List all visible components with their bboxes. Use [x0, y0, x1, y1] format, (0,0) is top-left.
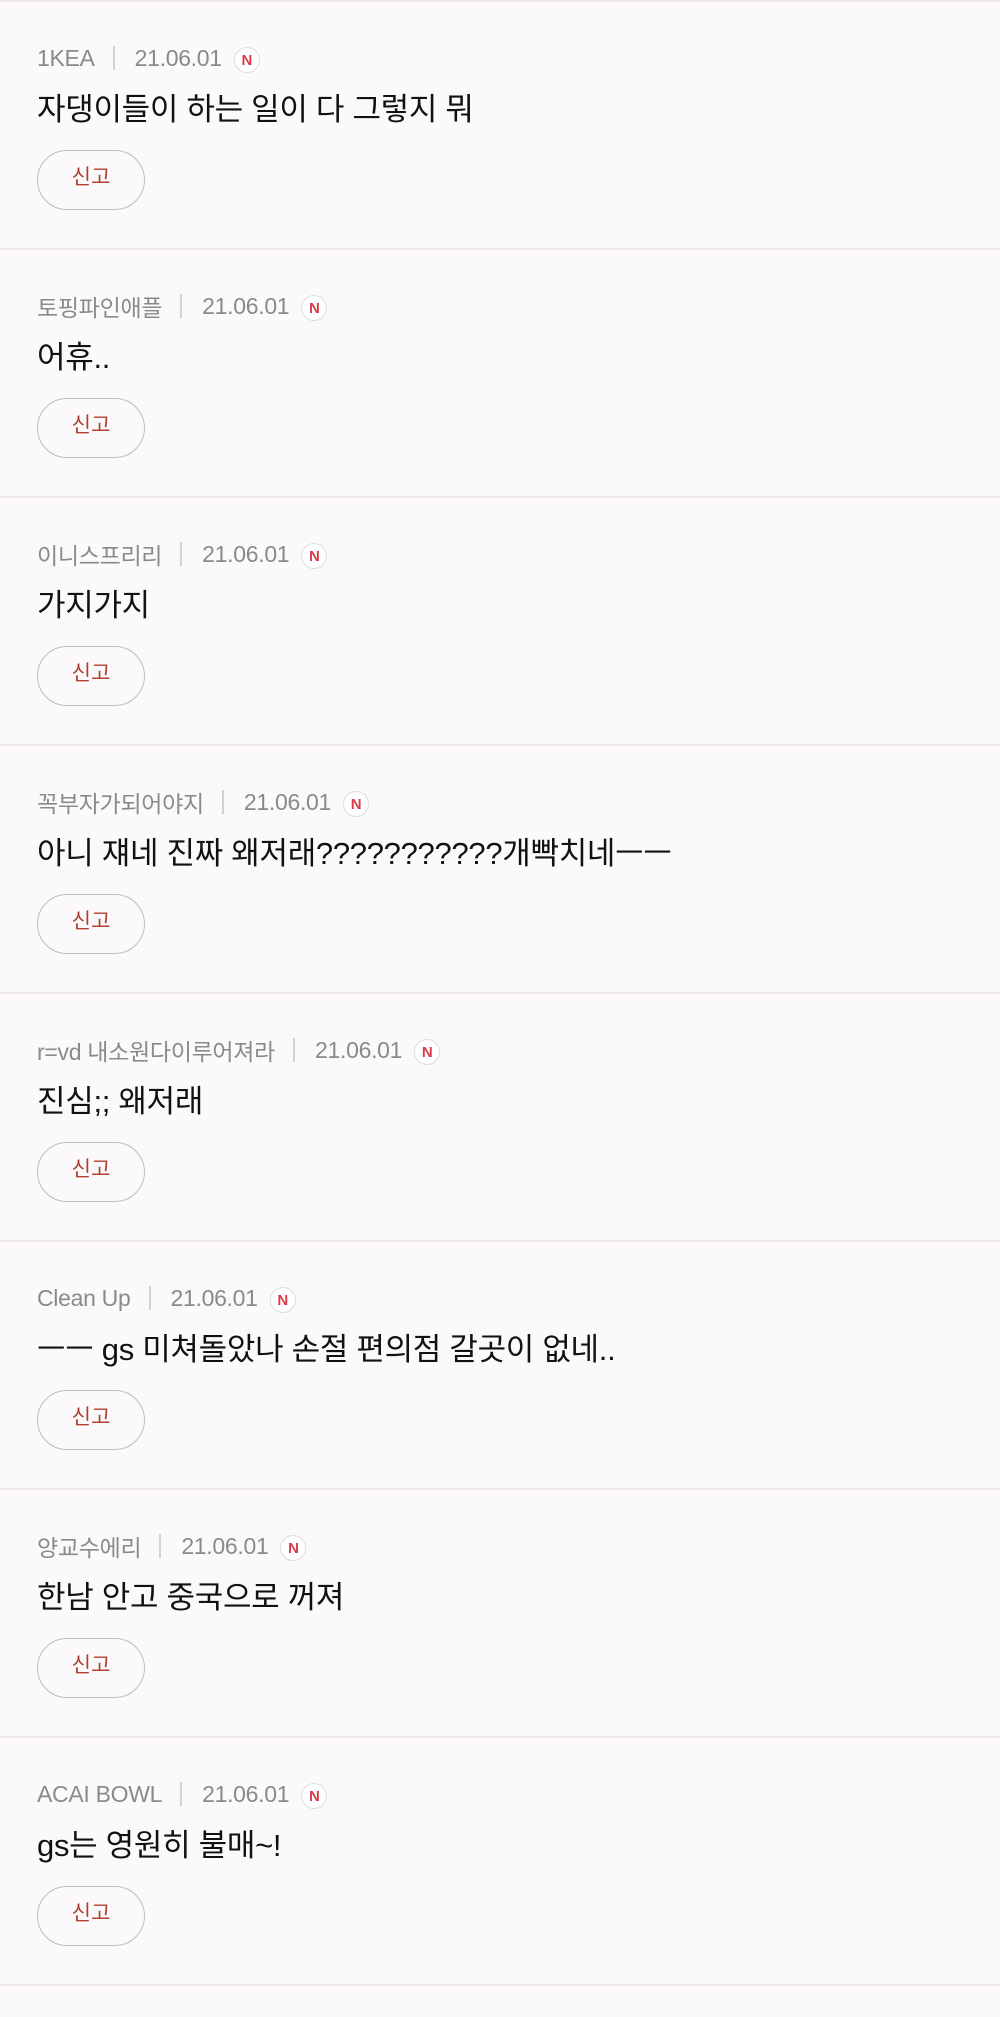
comment-item: Clean Up 21.06.01 N ㅡㅡ gs 미쳐돌았나 손절 편의점 갈… [0, 1242, 1000, 1490]
comment-list: 1KEA 21.06.01 N 자댕이들이 하는 일이 다 그렇지 뭐 신고 토… [0, 0, 1000, 1986]
comment-date: 21.06.01 [202, 540, 290, 567]
comment-date: 21.06.01 [181, 1532, 269, 1559]
comment-item: 양교수에리 21.06.01 N 한남 안고 중국으로 꺼져 신고 [0, 1490, 1000, 1738]
comment-author[interactable]: r=vd 내소원다이루어져라 [37, 1033, 275, 1067]
comment-text: 한남 안고 중국으로 꺼져 [37, 1580, 345, 1615]
comment-date: 21.06.01 [315, 1036, 403, 1063]
new-badge-label: N [288, 1539, 299, 1557]
new-badge-label: N [241, 51, 253, 69]
new-badge-label: N [421, 1043, 433, 1061]
meta-divider [180, 294, 183, 318]
comment-text: 자댕이들이 하는 일이 다 그렇지 뭐 [37, 92, 474, 127]
report-button[interactable]: 신고 [37, 894, 145, 954]
report-button[interactable]: 신고 [37, 398, 145, 458]
new-badge-icon: N [233, 47, 260, 73]
comment-item: 토핑파인애플 21.06.01 N 어휴.. 신고 [0, 250, 1000, 498]
comment-meta: 1KEA 21.06.01 N [37, 42, 260, 74]
comment-item: r=vd 내소원다이루어져라 21.06.01 N 진심;; 왜저래 신고 [0, 994, 1000, 1242]
new-badge-label: N [350, 795, 362, 813]
comment-meta: 이니스프리리 21.06.01 N [37, 537, 328, 571]
report-button[interactable]: 신고 [37, 1142, 145, 1202]
comment-author[interactable]: 양교수에리 [37, 1529, 142, 1563]
comment-meta: r=vd 내소원다이루어져라 21.06.01 N [37, 1033, 441, 1067]
new-badge-icon: N [301, 543, 328, 569]
new-badge-icon: N [301, 295, 328, 321]
comment-meta: 양교수에리 21.06.01 N [37, 1529, 307, 1563]
report-button[interactable]: 신고 [37, 646, 145, 706]
new-badge-label: N [309, 547, 320, 565]
comment-date: 21.06.01 [134, 44, 222, 71]
comment-text: 가지가지 [37, 588, 150, 623]
comment-author[interactable]: 토핑파인애플 [37, 289, 162, 323]
report-button[interactable]: 신고 [37, 1886, 145, 1946]
comment-author[interactable]: 1KEA [37, 45, 95, 72]
meta-divider [112, 46, 115, 70]
new-badge-icon: N [280, 1535, 307, 1561]
comment-meta: 토핑파인애플 21.06.01 N [37, 289, 328, 323]
meta-divider [221, 790, 224, 814]
new-badge-label: N [308, 1787, 320, 1805]
comment-meta: ACAI BOWL 21.06.01 N [37, 1778, 328, 1810]
meta-divider [159, 1534, 162, 1558]
comment-item: 1KEA 21.06.01 N 자댕이들이 하는 일이 다 그렇지 뭐 신고 [0, 2, 1000, 250]
comment-date: 21.06.01 [202, 292, 290, 319]
comment-author[interactable]: 이니스프리리 [37, 537, 162, 571]
new-badge-icon: N [343, 791, 370, 817]
comment-text: 진심;; 왜저래 [37, 1084, 204, 1119]
meta-divider [180, 542, 183, 566]
meta-divider [293, 1038, 296, 1062]
comment-text: 어휴.. [37, 340, 111, 375]
new-badge-icon: N [414, 1039, 441, 1065]
comment-text: gs는 영원히 불매~! [37, 1828, 282, 1863]
comment-meta: 꼭부자가되어야지 21.06.01 N [37, 785, 370, 819]
comment-author[interactable]: Clean Up [37, 1285, 131, 1312]
comment-date: 21.06.01 [243, 788, 332, 815]
comment-author[interactable]: ACAI BOWL [37, 1781, 162, 1808]
comment-author[interactable]: 꼭부자가되어야지 [37, 785, 204, 819]
comment-item: ACAI BOWL 21.06.01 N gs는 영원히 불매~! 신고 [0, 1738, 1000, 1986]
report-button[interactable]: 신고 [37, 1638, 145, 1698]
new-badge-label: N [277, 1291, 288, 1309]
comment-text: 아니 쟤네 진짜 왜저래???????????개빡치네ㅡㅡ [37, 836, 672, 871]
comment-item: 이니스프리리 21.06.01 N 가지가지 신고 [0, 498, 1000, 746]
new-badge-icon: N [269, 1287, 296, 1313]
comment-meta: Clean Up 21.06.01 N [37, 1282, 296, 1314]
new-badge-icon: N [301, 1783, 328, 1809]
comment-date: 21.06.01 [170, 1284, 258, 1311]
comment-item: 꼭부자가되어야지 21.06.01 N 아니 쟤네 진짜 왜저래????????… [0, 746, 1000, 994]
comment-text: ㅡㅡ gs 미쳐돌았나 손절 편의점 갈곳이 없네.. [37, 1332, 616, 1367]
meta-divider [180, 1782, 183, 1806]
report-button[interactable]: 신고 [37, 1390, 145, 1450]
meta-divider [148, 1286, 151, 1310]
comment-date: 21.06.01 [202, 1780, 290, 1807]
new-badge-label: N [309, 299, 320, 317]
report-button[interactable]: 신고 [37, 150, 145, 210]
